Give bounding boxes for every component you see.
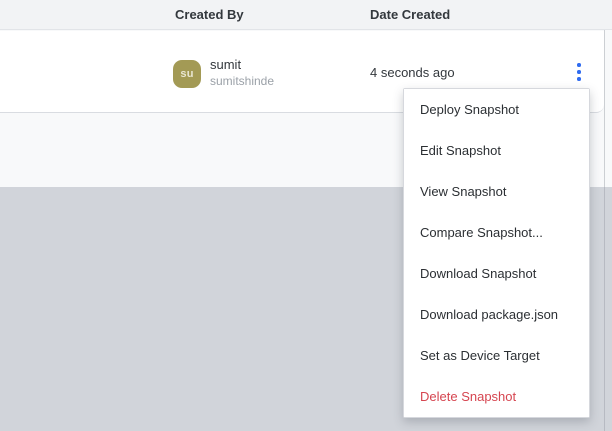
menu-item-deploy-snapshot[interactable]: Deploy Snapshot: [404, 89, 589, 130]
avatar: su: [173, 60, 201, 88]
menu-item-view-snapshot[interactable]: View Snapshot: [404, 171, 589, 212]
kebab-dot: [577, 70, 581, 74]
created-by-cell: sumit sumitshinde: [210, 56, 274, 89]
panel-right-edge: [604, 0, 605, 431]
kebab-dot: [577, 77, 581, 81]
user-name: sumit: [210, 57, 242, 72]
menu-item-download-package-json[interactable]: Download package.json: [404, 294, 589, 335]
menu-item-edit-snapshot[interactable]: Edit Snapshot: [404, 130, 589, 171]
column-header-created-by: Created By: [175, 7, 244, 22]
snapshots-table-page: Created By Date Created su sumit sumitsh…: [0, 0, 612, 431]
menu-item-set-as-device-target[interactable]: Set as Device Target: [404, 335, 589, 376]
menu-item-compare-snapshot[interactable]: Compare Snapshot...: [404, 212, 589, 253]
kebab-menu-icon[interactable]: [566, 55, 592, 89]
user-username: sumitshinde: [210, 74, 275, 88]
kebab-dot: [577, 63, 581, 67]
menu-item-download-snapshot[interactable]: Download Snapshot: [404, 253, 589, 294]
table-header-row: Created By Date Created: [0, 0, 612, 30]
snapshot-context-menu: Deploy Snapshot Edit Snapshot View Snapsho…: [403, 88, 590, 418]
column-header-date-created: Date Created: [370, 7, 451, 22]
menu-item-delete-snapshot[interactable]: Delete Snapshot: [404, 376, 589, 417]
